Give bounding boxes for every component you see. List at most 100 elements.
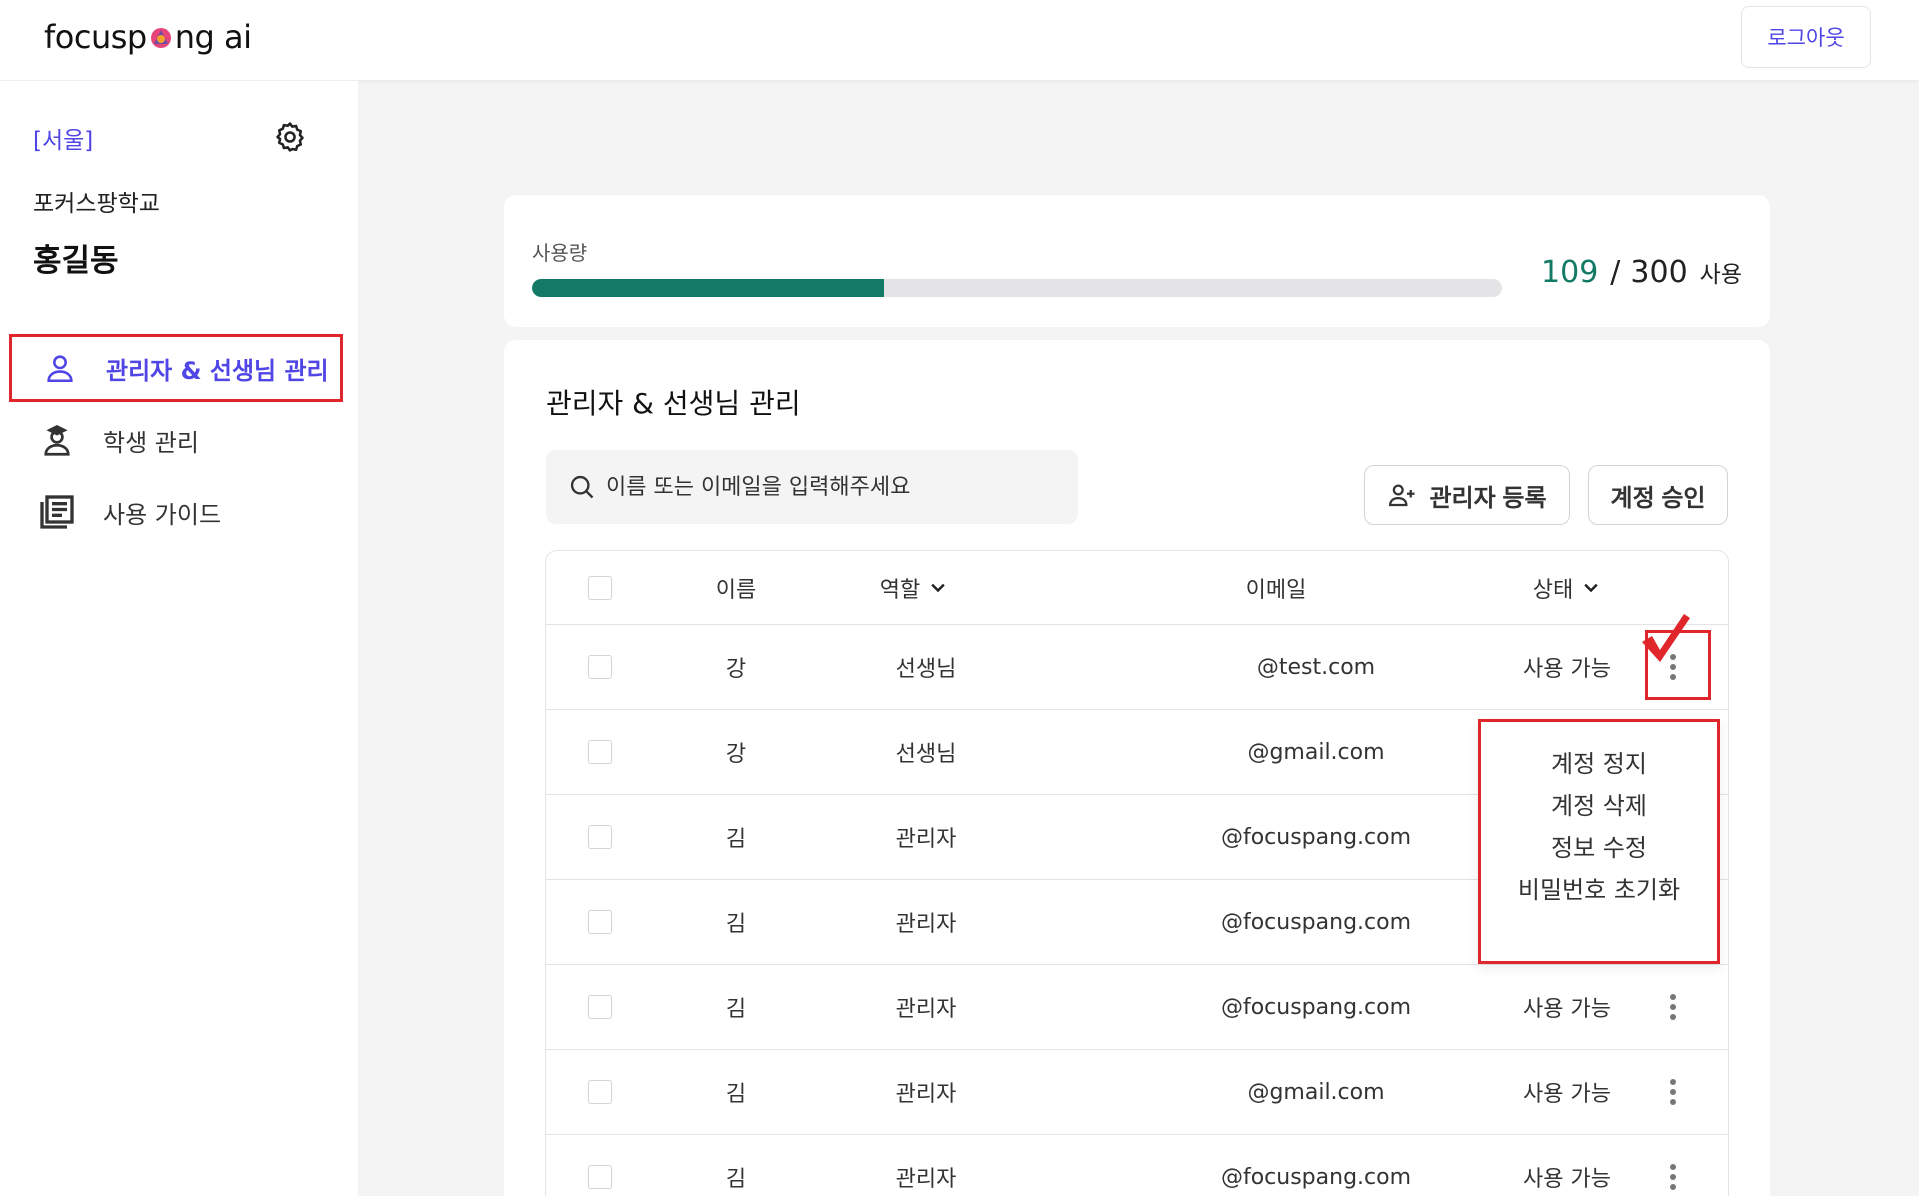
row-email: @focuspang.com xyxy=(1220,824,1412,850)
user-name: 홍길동 xyxy=(33,243,119,279)
kebab-menu-icon xyxy=(1670,1079,1676,1105)
school-name: 포커스팡학교 xyxy=(33,191,160,217)
row-email: @gmail.com xyxy=(1247,1079,1385,1105)
row-checkbox[interactable] xyxy=(588,825,612,849)
region-label: [서울] xyxy=(33,128,94,154)
person-icon xyxy=(40,348,80,388)
row-role: 선생님 xyxy=(895,657,957,682)
more-options-button[interactable] xyxy=(1658,965,1688,1049)
search-icon xyxy=(570,475,594,499)
menu-item-edit-info[interactable]: 정보 수정 xyxy=(1481,828,1717,863)
row-name: 김 xyxy=(725,1167,747,1192)
add-admin-label: 관리자 등록 xyxy=(1429,484,1547,512)
sidebar-item-admin-teacher[interactable]: 관리자 & 선생님 관리 xyxy=(9,334,343,402)
more-options-button[interactable] xyxy=(1658,1135,1688,1196)
menu-item-suspend-account[interactable]: 계정 정지 xyxy=(1481,744,1717,779)
column-header-name: 이름 xyxy=(715,577,757,603)
logo-text-suffix: ng ai xyxy=(174,18,252,56)
row-context-menu: 계정 정지 계정 삭제 정보 수정 비밀번호 초기화 xyxy=(1478,719,1720,964)
row-name: 김 xyxy=(725,827,747,852)
sidebar-item-students[interactable]: 학생 관리 xyxy=(9,406,343,474)
column-header-status[interactable]: 상태 xyxy=(1502,551,1632,624)
logo-text-prefix: focusp xyxy=(44,18,147,56)
row-role: 관리자 xyxy=(895,1082,957,1107)
table-row[interactable]: 김 관리자 @gmail.com 사용 가능 xyxy=(546,1050,1728,1135)
row-checkbox[interactable] xyxy=(588,1165,612,1189)
row-select-cell xyxy=(588,625,612,709)
row-select-cell xyxy=(588,710,612,794)
add-admin-button[interactable]: 관리자 등록 xyxy=(1364,465,1570,525)
row-checkbox[interactable] xyxy=(588,995,612,1019)
checkmark-annotation-icon xyxy=(1642,614,1690,662)
table-header: 이름 역할 이메일 상태 xyxy=(546,551,1728,625)
select-all-checkbox[interactable] xyxy=(588,575,612,600)
row-checkbox[interactable] xyxy=(588,655,612,679)
kebab-menu-icon xyxy=(1670,1164,1676,1190)
column-header-email: 이메일 xyxy=(1245,577,1307,603)
chevron-down-icon xyxy=(931,583,945,592)
row-email: @focuspang.com xyxy=(1220,1164,1412,1190)
guide-book-icon xyxy=(37,492,77,532)
column-header-role-label: 역할 xyxy=(879,577,921,603)
more-options-button[interactable] xyxy=(1658,1050,1688,1134)
menu-item-reset-password[interactable]: 비밀번호 초기화 xyxy=(1481,870,1717,905)
search-input[interactable] xyxy=(606,474,1076,500)
column-header-status-label: 상태 xyxy=(1532,577,1574,603)
row-name: 강 xyxy=(725,742,747,767)
row-role: 관리자 xyxy=(895,912,957,937)
usage-separator: / xyxy=(1610,255,1621,290)
row-select-cell xyxy=(588,1050,612,1134)
row-role: 관리자 xyxy=(895,997,957,1022)
settings-gear-icon[interactable] xyxy=(273,120,307,154)
row-role: 관리자 xyxy=(895,827,957,852)
usage-progress-bar xyxy=(532,279,1502,297)
row-name: 김 xyxy=(725,1082,747,1107)
row-status: 사용 가능 xyxy=(1523,1167,1611,1192)
column-header-role[interactable]: 역할 xyxy=(844,551,984,624)
usage-count: 109 / 300 사용 xyxy=(1541,255,1742,290)
top-bar: focusp ng ai 로그아웃 xyxy=(0,0,1919,81)
row-role: 선생님 xyxy=(895,742,957,767)
usage-used: 109 xyxy=(1541,255,1599,290)
usage-card: 사용량 109 / 300 사용 xyxy=(504,195,1770,327)
row-select-cell xyxy=(588,1135,612,1196)
sidebar-item-label: 학생 관리 xyxy=(103,428,199,457)
approve-account-button[interactable]: 계정 승인 xyxy=(1588,465,1728,525)
select-all-cell xyxy=(588,551,612,624)
row-checkbox[interactable] xyxy=(588,740,612,764)
sidebar: [서울] 포커스팡학교 홍길동 관리자 & 선생님 관리 학생 관리 사용 가이… xyxy=(0,81,358,1196)
usage-label: 사용량 xyxy=(532,241,588,265)
search-box[interactable] xyxy=(546,450,1078,524)
usage-progress-fill xyxy=(532,279,885,297)
row-email: @test.com xyxy=(1256,654,1376,680)
row-status: 사용 가능 xyxy=(1523,657,1611,682)
logo-mark-icon xyxy=(150,28,171,48)
row-name: 김 xyxy=(725,997,747,1022)
row-email: @gmail.com xyxy=(1247,739,1385,765)
row-select-cell xyxy=(588,965,612,1049)
sidebar-item-label: 관리자 & 선생님 관리 xyxy=(106,356,329,385)
add-user-icon xyxy=(1389,484,1415,507)
table-row[interactable]: 김 관리자 @focuspang.com 사용 가능 xyxy=(546,965,1728,1050)
row-status: 사용 가능 xyxy=(1523,1082,1611,1107)
row-email: @focuspang.com xyxy=(1220,909,1412,935)
page-title: 관리자 & 선생님 관리 xyxy=(546,387,801,420)
usage-total: 300 xyxy=(1630,255,1688,290)
student-icon xyxy=(37,420,77,460)
sidebar-item-label: 사용 가이드 xyxy=(103,500,222,529)
kebab-menu-icon xyxy=(1670,994,1676,1020)
row-checkbox[interactable] xyxy=(588,910,612,934)
row-checkbox[interactable] xyxy=(588,1080,612,1104)
chevron-down-icon xyxy=(1584,583,1598,592)
row-email: @focuspang.com xyxy=(1220,994,1412,1020)
focuspang-logo[interactable]: focusp ng ai xyxy=(44,18,252,56)
menu-item-delete-account[interactable]: 계정 삭제 xyxy=(1481,786,1717,821)
logout-button[interactable]: 로그아웃 xyxy=(1741,6,1871,68)
table-row[interactable]: 김 관리자 @focuspang.com 사용 가능 xyxy=(546,1135,1728,1196)
table-row[interactable]: 강 선생님 @test.com 사용 가능 xyxy=(546,625,1728,710)
row-status: 사용 가능 xyxy=(1523,997,1611,1022)
row-select-cell xyxy=(588,880,612,964)
row-select-cell xyxy=(588,795,612,879)
sidebar-item-guide[interactable]: 사용 가이드 xyxy=(9,478,343,546)
row-name: 강 xyxy=(725,657,747,682)
